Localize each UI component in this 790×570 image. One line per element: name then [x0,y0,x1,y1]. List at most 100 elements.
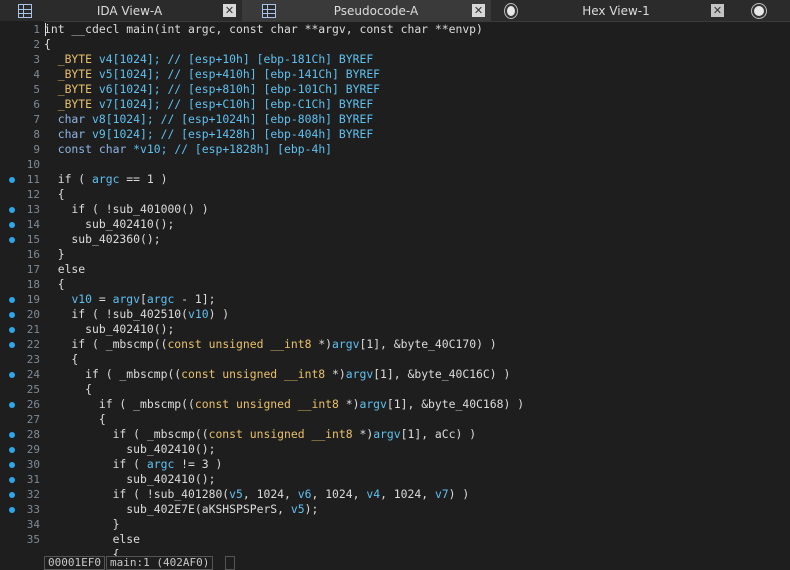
code-line-text: int __cdecl main(int argc, const char **… [44,22,483,37]
code-line[interactable]: { [44,412,790,427]
code-line[interactable]: _BYTE v7[1024]; // [esp+C10h] [ebp-C1Ch]… [44,97,790,112]
code-line[interactable]: { [44,277,790,292]
code-line-text: char v9[1024]; // [esp+1428h] [ebp-404h]… [44,127,373,142]
line-number: 18 [26,278,40,291]
breakpoint-dot-icon[interactable] [9,492,15,498]
close-icon[interactable]: ✕ [472,4,485,17]
code-line[interactable]: { [44,187,790,202]
text-cursor [45,23,46,36]
breakpoint-dot-icon[interactable] [9,327,15,333]
tab-pseudocode-a[interactable]: Pseudocode-A ✕ [242,0,491,21]
code-line[interactable]: if ( _mbscmp((const unsigned __int8 *)ar… [44,337,790,352]
breakpoint-dot-icon[interactable] [9,312,15,318]
code-token: _BYTE [57,52,93,66]
code-line[interactable]: if ( !sub_402510(v10) ) [44,307,790,322]
code-token: [ [140,292,147,306]
tab-ida-view-a[interactable]: IDA View-A ✕ [0,0,242,21]
code-line[interactable]: } [44,517,790,532]
code-line-text: char v8[1024]; // [esp+1024h] [ebp-808h]… [44,112,373,127]
code-token: ) ) [208,307,230,321]
breakpoint-dot-icon[interactable] [9,237,15,243]
breakpoint-dot-icon[interactable] [9,507,15,513]
code-line[interactable]: int __cdecl main(int argc, const char **… [44,22,790,37]
code-line[interactable]: sub_402360(); [44,232,790,247]
tab-label: IDA View-A [96,3,163,18]
code-line-text: { [44,412,106,427]
code-line[interactable]: sub_402410(); [44,472,790,487]
breakpoint-dot-icon[interactable] [9,447,15,453]
code-line[interactable]: v10 = argv[argc - 1]; [44,292,790,307]
code-token: { [44,412,106,426]
breakpoint-dot-icon[interactable] [9,342,15,348]
code-line-text: { [44,277,65,292]
code-token: if ( _mbscmp(( [44,367,182,381]
code-line[interactable]: } [44,247,790,262]
breakpoint-dot-icon[interactable] [9,207,15,213]
code-line-text: else [44,262,85,277]
line-number: 6 [33,98,40,111]
code-line[interactable] [44,157,790,172]
code-token: const char [57,142,127,156]
breakpoint-dot-icon[interactable] [9,222,15,228]
code-token: v10 [71,292,93,306]
code-line[interactable]: if ( !sub_401000() ) [44,202,790,217]
code-line[interactable]: sub_402410(); [44,322,790,337]
code-line-text: if ( !sub_401280(v5, 1024, v6, 1024, v4,… [44,487,470,502]
code-line-text: { [44,37,51,52]
code-line[interactable]: else [44,532,790,547]
code-token: v9[1024]; [85,127,161,141]
close-icon[interactable]: ✕ [711,4,724,17]
code-line[interactable]: if ( _mbscmp((const unsigned __int8 *)ar… [44,367,790,382]
code-line[interactable]: _BYTE v4[1024]; // [esp+10h] [ebp-181Ch]… [44,52,790,67]
line-number: 4 [33,68,40,81]
code-line[interactable]: if ( argc == 1 ) [44,172,790,187]
code-token: char [57,127,86,141]
breakpoint-dot-icon[interactable] [9,462,15,468]
code-token: argc [92,172,120,186]
code-line[interactable]: else [44,262,790,277]
code-line[interactable]: { [44,352,790,367]
code-line-text: _BYTE v7[1024]; // [esp+C10h] [ebp-C1Ch]… [44,97,373,112]
breakpoint-dot-icon[interactable] [9,372,15,378]
tab-bar: IDA View-A ✕ Pseudocode-A ✕ Hex View-1 ✕ [0,0,790,22]
code-line[interactable]: sub_402410(); [44,442,790,457]
code-token: { [44,187,65,201]
code-line-text: } [44,517,120,532]
code-line[interactable]: { [44,37,790,52]
code-line[interactable]: if ( _mbscmp((const unsigned __int8 *)ar… [44,427,790,442]
code-token: if ( _mbscmp(( [44,397,195,411]
code-line[interactable]: if ( argc != 3 ) [44,457,790,472]
line-number: 33 [26,503,40,516]
code-line-text: sub_402410(); [44,442,215,457]
code-line[interactable]: const char *v10; // [esp+1828h] [ebp-4h] [44,142,790,157]
code-line-text: } [44,247,65,262]
pseudocode-editor[interactable]: int __cdecl main(int argc, const char **… [44,21,790,561]
code-line[interactable]: if ( !sub_401280(v5, 1024, v6, 1024, v4,… [44,487,790,502]
tab-hex-view-1[interactable]: Hex View-1 ✕ [521,0,730,21]
code-line-text: { [44,352,78,367]
breakpoint-dot-icon[interactable] [9,297,15,303]
code-line-text: if ( _mbscmp((const unsigned __int8 *)ar… [44,397,524,412]
breakpoint-dot-icon[interactable] [9,432,15,438]
breakpoint-dot-icon[interactable] [9,177,15,183]
tab-stack[interactable] [491,0,521,21]
code-line[interactable]: { [44,382,790,397]
tab-structures[interactable] [730,0,790,21]
code-line[interactable]: sub_402410(); [44,217,790,232]
breakpoint-dot-icon[interactable] [9,402,15,408]
breakpoint-dot-icon[interactable] [9,477,15,483]
code-line[interactable]: char v9[1024]; // [esp+1428h] [ebp-404h]… [44,127,790,142]
line-number: 35 [26,533,40,546]
code-line[interactable]: char v8[1024]; // [esp+1024h] [ebp-808h]… [44,112,790,127]
code-line[interactable]: _BYTE v6[1024]; // [esp+810h] [ebp-101Ch… [44,82,790,97]
close-icon[interactable]: ✕ [223,4,236,17]
code-token: // [esp+810h] [ebp-101Ch] BYREF [167,82,381,96]
code-line[interactable]: _BYTE v5[1024]; // [esp+410h] [ebp-141Ch… [44,67,790,82]
line-number: 15 [26,233,40,246]
code-line-text: if ( !sub_401000() ) [44,202,208,217]
code-line[interactable]: sub_402E7E(aKSHSPSPerS, v5); [44,502,790,517]
code-token: *) [325,367,346,381]
line-number: 12 [26,188,40,201]
code-line[interactable]: if ( _mbscmp((const unsigned __int8 *)ar… [44,397,790,412]
code-token: const unsigned __int8 [167,337,312,351]
